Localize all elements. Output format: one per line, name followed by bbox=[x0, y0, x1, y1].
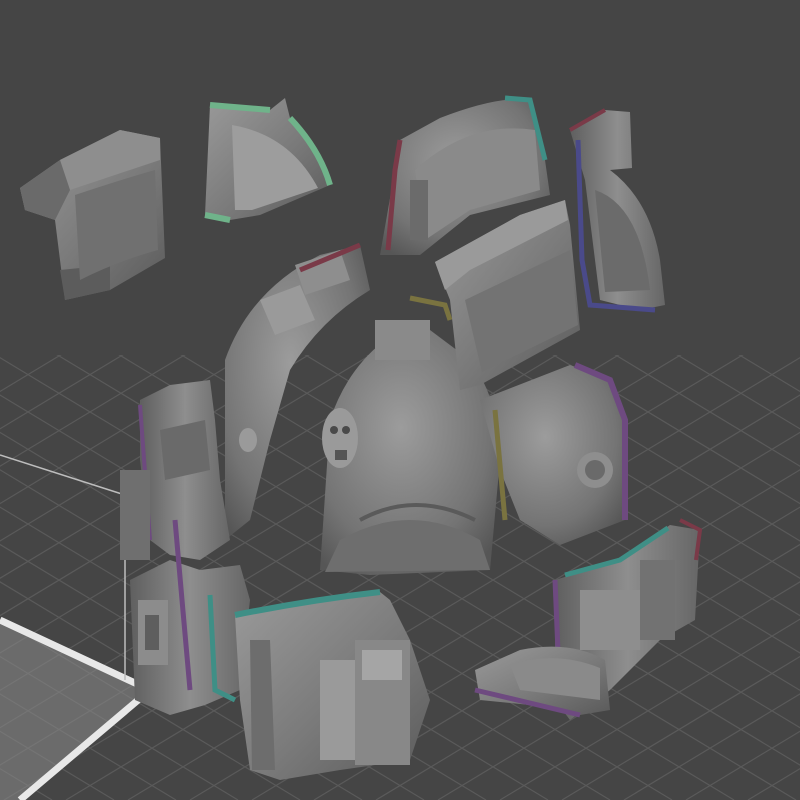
3d-viewport[interactable] bbox=[0, 0, 800, 800]
armor-piece-lower-front[interactable] bbox=[234, 589, 430, 780]
armor-piece-bottom-right-curve[interactable] bbox=[474, 646, 610, 718]
viewport-canvas[interactable] bbox=[0, 0, 800, 800]
grid-line bbox=[697, 329, 800, 393]
armor-piece-right-dome[interactable] bbox=[480, 362, 628, 545]
grid-line bbox=[747, 767, 800, 800]
